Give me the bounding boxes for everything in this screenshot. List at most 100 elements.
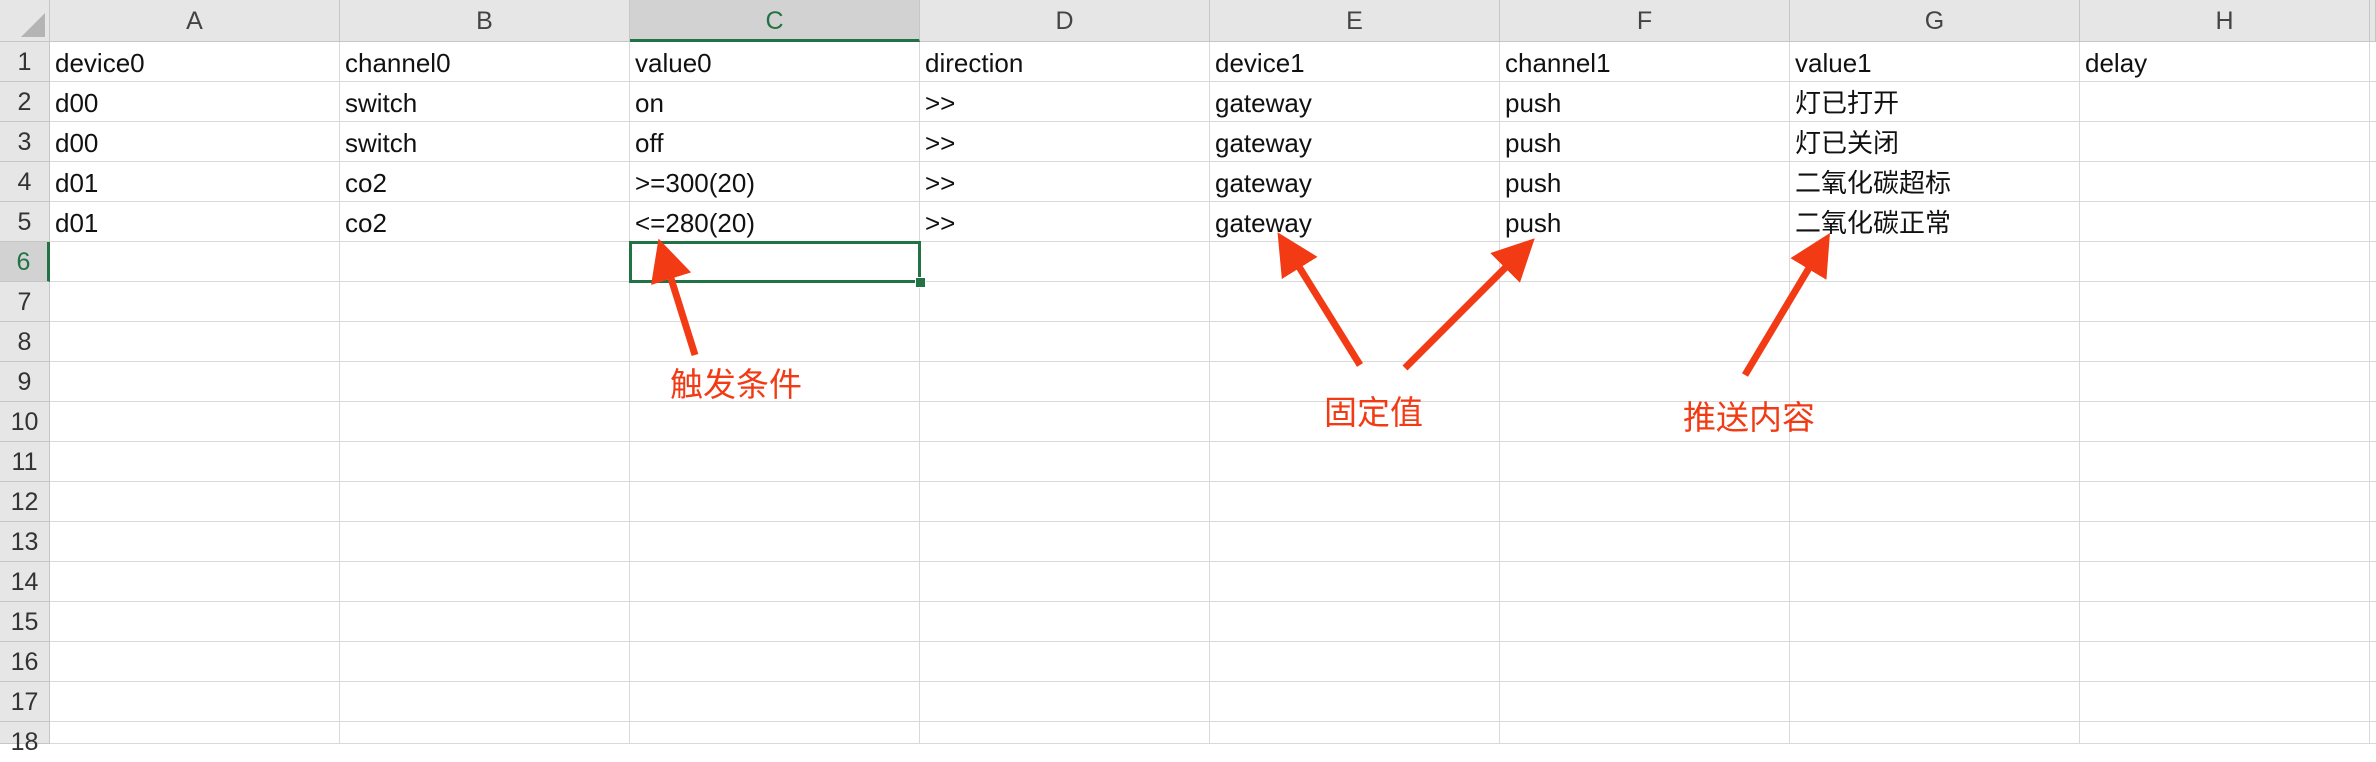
cell-d12[interactable] — [920, 482, 1210, 522]
cell-a11[interactable] — [50, 442, 340, 482]
cell-filler[interactable] — [2370, 362, 2376, 402]
row-header-14[interactable]: 14 — [0, 562, 50, 602]
cell-b1[interactable]: channel0 — [340, 42, 630, 82]
cell-c10[interactable] — [630, 402, 920, 442]
cell-h18[interactable] — [2080, 722, 2370, 744]
row-header-2[interactable]: 2 — [0, 82, 50, 122]
cell-c8[interactable] — [630, 322, 920, 362]
cell-g10[interactable] — [1790, 402, 2080, 442]
row-header-18[interactable]: 18 — [0, 722, 50, 756]
cell-d3[interactable]: >> — [920, 122, 1210, 162]
cell-filler[interactable] — [2370, 282, 2376, 322]
cell-e6[interactable] — [1210, 242, 1500, 282]
fill-handle[interactable] — [915, 277, 926, 288]
row-header-1[interactable]: 1 — [0, 42, 50, 82]
cell-c2[interactable]: on — [630, 82, 920, 122]
cell-e4[interactable]: gateway — [1210, 162, 1500, 202]
cell-e8[interactable] — [1210, 322, 1500, 362]
cell-filler[interactable] — [2370, 162, 2376, 202]
column-header-g[interactable]: G — [1790, 0, 2080, 42]
cell-f7[interactable] — [1500, 282, 1790, 322]
cell-a4[interactable]: d01 — [50, 162, 340, 202]
cell-filler[interactable] — [2370, 442, 2376, 482]
row-header-15[interactable]: 15 — [0, 602, 50, 642]
cell-filler[interactable] — [2370, 122, 2376, 162]
cell-a7[interactable] — [50, 282, 340, 322]
cell-e14[interactable] — [1210, 562, 1500, 602]
cell-e16[interactable] — [1210, 642, 1500, 682]
cell-g1[interactable]: value1 — [1790, 42, 2080, 82]
cell-d17[interactable] — [920, 682, 1210, 722]
cell-a5[interactable]: d01 — [50, 202, 340, 242]
cell-b3[interactable]: switch — [340, 122, 630, 162]
cell-b13[interactable] — [340, 522, 630, 562]
cell-c12[interactable] — [630, 482, 920, 522]
cell-b12[interactable] — [340, 482, 630, 522]
cell-g17[interactable] — [1790, 682, 2080, 722]
cell-e18[interactable] — [1210, 722, 1500, 744]
cell-f12[interactable] — [1500, 482, 1790, 522]
row-header-4[interactable]: 4 — [0, 162, 50, 202]
cell-a9[interactable] — [50, 362, 340, 402]
cell-d11[interactable] — [920, 442, 1210, 482]
cell-b14[interactable] — [340, 562, 630, 602]
cell-d1[interactable]: direction — [920, 42, 1210, 82]
cell-filler[interactable] — [2370, 402, 2376, 442]
cell-g12[interactable] — [1790, 482, 2080, 522]
cell-e12[interactable] — [1210, 482, 1500, 522]
cell-b5[interactable]: co2 — [340, 202, 630, 242]
cell-c4[interactable]: >=300(20) — [630, 162, 920, 202]
cell-e2[interactable]: gateway — [1210, 82, 1500, 122]
column-header-d[interactable]: D — [920, 0, 1210, 42]
cell-f3[interactable]: push — [1500, 122, 1790, 162]
cell-filler[interactable] — [2370, 642, 2376, 682]
cell-f18[interactable] — [1500, 722, 1790, 744]
cell-c7[interactable] — [630, 282, 920, 322]
select-all-corner[interactable] — [0, 0, 50, 42]
cell-h15[interactable] — [2080, 602, 2370, 642]
cell-b4[interactable]: co2 — [340, 162, 630, 202]
cell-c5[interactable]: <=280(20) — [630, 202, 920, 242]
cell-g14[interactable] — [1790, 562, 2080, 602]
row-header-6[interactable]: 6 — [0, 242, 50, 282]
cell-b9[interactable] — [340, 362, 630, 402]
cell-e1[interactable]: device1 — [1210, 42, 1500, 82]
cell-c3[interactable]: off — [630, 122, 920, 162]
cell-g3[interactable]: 灯已关闭 — [1790, 122, 2080, 162]
cell-g6[interactable] — [1790, 242, 2080, 282]
cell-b18[interactable] — [340, 722, 630, 744]
cell-d15[interactable] — [920, 602, 1210, 642]
cell-filler[interactable] — [2370, 202, 2376, 242]
cell-b8[interactable] — [340, 322, 630, 362]
cell-f1[interactable]: channel1 — [1500, 42, 1790, 82]
cell-c16[interactable] — [630, 642, 920, 682]
row-header-7[interactable]: 7 — [0, 282, 50, 322]
cell-c17[interactable] — [630, 682, 920, 722]
cell-c13[interactable] — [630, 522, 920, 562]
cell-d5[interactable]: >> — [920, 202, 1210, 242]
cell-b2[interactable]: switch — [340, 82, 630, 122]
cell-d14[interactable] — [920, 562, 1210, 602]
cell-f8[interactable] — [1500, 322, 1790, 362]
cell-f16[interactable] — [1500, 642, 1790, 682]
cell-h7[interactable] — [2080, 282, 2370, 322]
row-header-10[interactable]: 10 — [0, 402, 50, 442]
cell-a18[interactable] — [50, 722, 340, 744]
row-header-16[interactable]: 16 — [0, 642, 50, 682]
cell-h16[interactable] — [2080, 642, 2370, 682]
column-header-c[interactable]: C — [630, 0, 920, 42]
cell-b10[interactable] — [340, 402, 630, 442]
cell-d4[interactable]: >> — [920, 162, 1210, 202]
cell-c6[interactable] — [630, 242, 920, 282]
cell-f4[interactable]: push — [1500, 162, 1790, 202]
cell-e13[interactable] — [1210, 522, 1500, 562]
cell-h2[interactable] — [2080, 82, 2370, 122]
cell-e3[interactable]: gateway — [1210, 122, 1500, 162]
cell-d10[interactable] — [920, 402, 1210, 442]
row-header-12[interactable]: 12 — [0, 482, 50, 522]
cell-f5[interactable]: push — [1500, 202, 1790, 242]
cell-h10[interactable] — [2080, 402, 2370, 442]
cell-g8[interactable] — [1790, 322, 2080, 362]
row-header-5[interactable]: 5 — [0, 202, 50, 242]
row-header-8[interactable]: 8 — [0, 322, 50, 362]
